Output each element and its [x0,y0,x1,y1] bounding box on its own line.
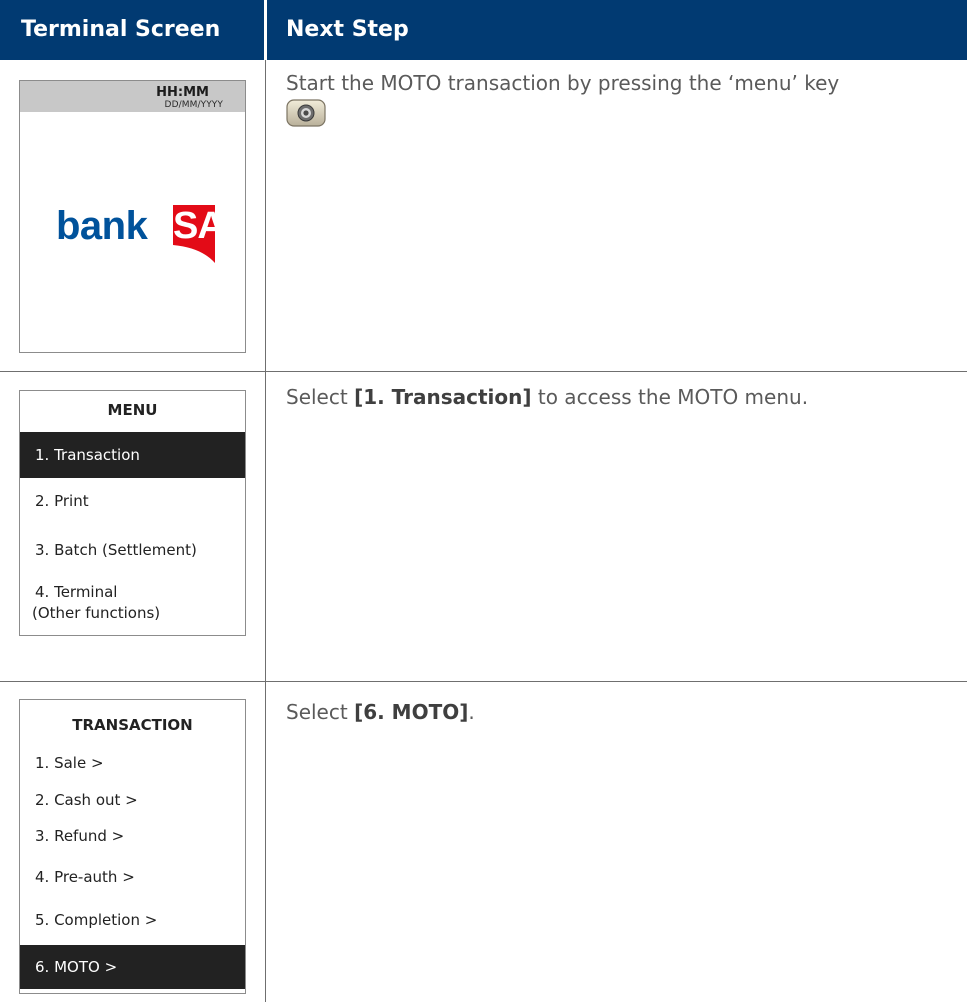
row-divider [0,371,967,372]
menu-item-cash-out[interactable]: 2. Cash out > [20,788,245,812]
step-3-instruction: Select [6. MOTO]. [286,697,475,727]
step-3-text-after: . [468,700,475,724]
menu-item-print[interactable]: 2. Print [20,489,245,513]
menu-screen-title: MENU [107,401,158,419]
menu-item-completion[interactable]: 5. Completion > [20,908,245,932]
step-1-instruction: Start the MOTO transaction by pressing t… [286,68,839,98]
column-divider [265,60,266,1002]
table-header: Terminal Screen Next Step [0,0,967,60]
time-display: HH:MM [156,85,209,100]
step-3-text-bold: [6. MOTO] [354,700,469,724]
terminal-home-screen: HH:MM DD/MM/YYYY bank SA [19,80,246,353]
logo-badge-text: SA [173,205,225,247]
menu-item-moto[interactable]: 6. MOTO > [20,945,245,989]
menu-item-batch[interactable]: 3. Batch (Settlement) [20,538,245,562]
step-2-instruction: Select [1. Transaction] to access the MO… [286,382,808,412]
menu-item-pre-auth[interactable]: 4. Pre-auth > [20,865,245,889]
step-2-text-before: Select [286,385,355,409]
menu-item-terminal-line1: 4. Terminal [35,583,118,601]
step-3-text-before: Select [286,700,355,724]
terminal-menu-screen: MENU 1. Transaction 2. Print 3. Batch (S… [19,390,246,636]
header-terminal-screen: Terminal Screen [21,17,221,42]
step-2-text-bold: [1. Transaction] [354,385,532,409]
logo-word-bank: bank [56,204,148,248]
status-bar: HH:MM DD/MM/YYYY [20,81,245,112]
terminal-transaction-screen: TRANSACTION 1. Sale > 2. Cash out > 3. R… [19,699,246,994]
step-2-text-after: to access the MOTO menu. [531,385,809,409]
step-1-text: Start the MOTO transaction by pressing t… [286,71,840,95]
menu-item-terminal[interactable]: 4. Terminal (Other functions) [20,582,245,624]
date-display: DD/MM/YYYY [164,100,223,110]
transaction-screen-title: TRANSACTION [72,716,193,734]
menu-key-icon [286,99,326,127]
menu-item-sale[interactable]: 1. Sale > [20,751,245,775]
menu-item-refund[interactable]: 3. Refund > [20,824,245,848]
menu-item-terminal-line2: (Other functions) [32,604,161,622]
logo-badge: SA [173,205,225,263]
row-divider [0,681,967,682]
header-next-step: Next Step [286,17,409,42]
header-divider [264,0,267,60]
menu-item-transaction[interactable]: 1. Transaction [20,432,245,478]
